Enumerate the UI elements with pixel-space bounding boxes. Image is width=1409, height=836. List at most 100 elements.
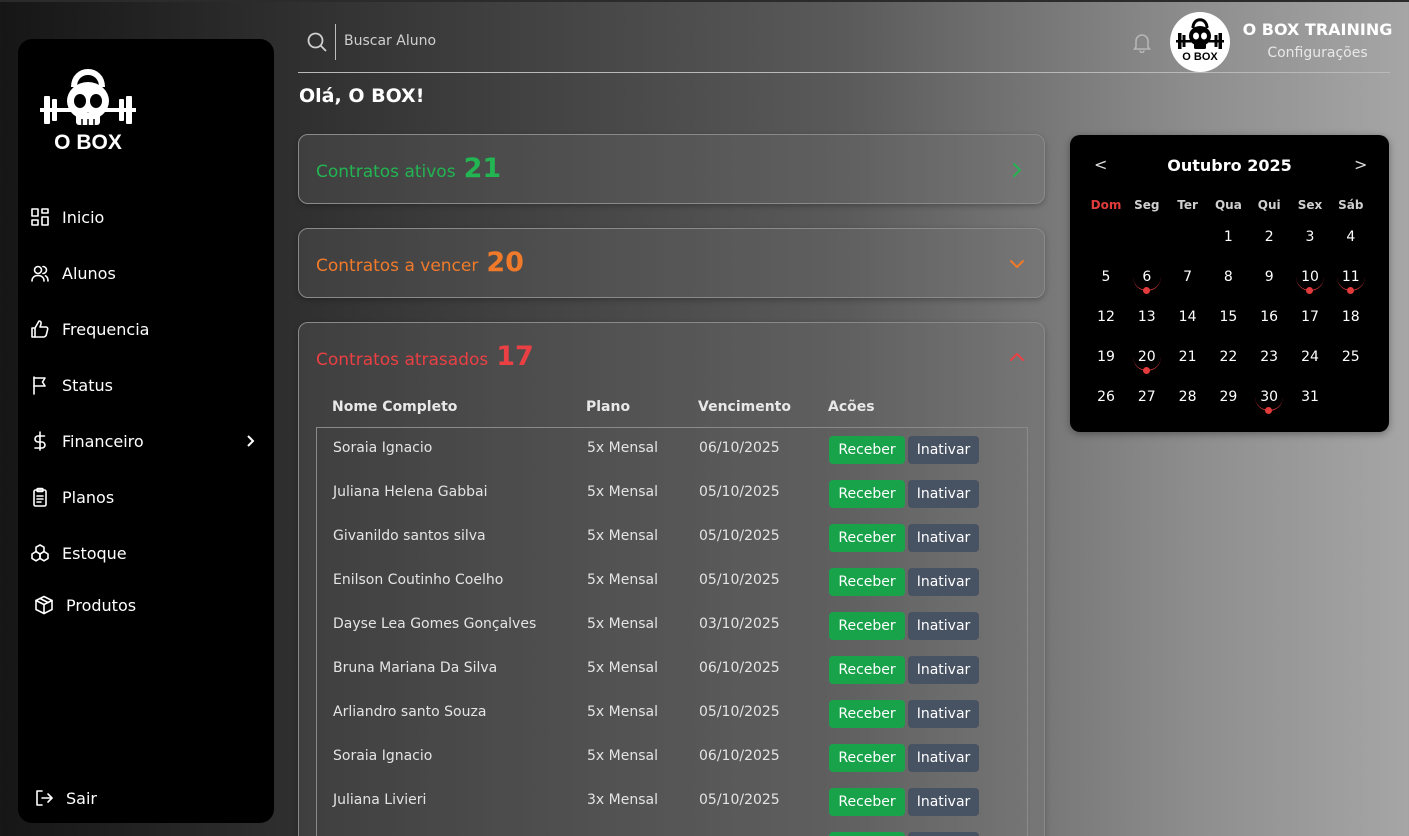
sidebar-item-label: Inicio: [62, 207, 105, 227]
calendar-day[interactable]: 31: [1290, 381, 1330, 417]
calendar-day[interactable]: 5: [1086, 261, 1126, 297]
settings-link[interactable]: Configurações: [1240, 45, 1395, 61]
deactivate-button[interactable]: Inativar: [908, 744, 979, 772]
calendar-day[interactable]: 10: [1290, 261, 1330, 297]
weekday-label: Seg: [1134, 198, 1160, 212]
calendar-day[interactable]: 3: [1290, 221, 1330, 257]
table-row: Juliana Livieri 3x Mensal 05/10/2025 Recebe…: [317, 780, 1027, 824]
calendar-day[interactable]: 11: [1331, 261, 1371, 297]
card-title: Contratos ativos: [316, 162, 456, 182]
receive-button[interactable]: Receber: [829, 656, 905, 684]
chevron-down-icon[interactable]: [1008, 255, 1026, 273]
calendar-day[interactable]: 13: [1127, 301, 1167, 337]
search-divider: [335, 24, 336, 60]
receive-button[interactable]: Receber: [829, 788, 905, 816]
calendar-day[interactable]: 28: [1168, 381, 1208, 417]
receive-button[interactable]: Receber: [829, 744, 905, 772]
avatar[interactable]: O BOX: [1170, 12, 1230, 72]
deactivate-button[interactable]: Inativar: [908, 656, 979, 684]
plan: 5x Mensal: [587, 572, 658, 588]
expiring-contracts-card[interactable]: Contratos a vencer 20: [298, 228, 1045, 298]
due-date: 05/10/2025: [699, 484, 780, 500]
due-date: 06/10/2025: [699, 440, 780, 456]
sidebar-item-estoque[interactable]: Estoque: [30, 535, 266, 571]
calendar-day[interactable]: 4: [1331, 221, 1371, 257]
calendar-next-button[interactable]: >: [1354, 155, 1367, 174]
users-icon: [30, 263, 50, 283]
deactivate-button[interactable]: Inativar: [908, 788, 979, 816]
column-header-name: Nome Completo: [332, 399, 458, 415]
logout-button[interactable]: Sair: [34, 780, 270, 816]
calendar-day[interactable]: 16: [1249, 301, 1289, 337]
sidebar-item-inicio[interactable]: Inicio: [30, 199, 266, 235]
bell-icon[interactable]: [1131, 31, 1153, 54]
receive-button[interactable]: Receber: [829, 700, 905, 728]
calendar-day[interactable]: 2: [1249, 221, 1289, 257]
deactivate-button[interactable]: Inativar: [908, 436, 979, 464]
deactivate-button[interactable]: Inativar: [908, 524, 979, 552]
calendar-day-number: 31: [1301, 389, 1319, 405]
calendar-day-number: 9: [1264, 269, 1274, 285]
calendar-day[interactable]: 14: [1168, 301, 1208, 337]
active-contracts-card[interactable]: Contratos ativos 21: [298, 134, 1045, 204]
sidebar-item-frequencia[interactable]: Frequencia: [30, 311, 266, 347]
calendar-day-number: 13: [1137, 309, 1156, 325]
due-date: 05/10/2025: [699, 572, 780, 588]
search-icon[interactable]: [306, 31, 328, 53]
student-name: Juliana Livieri: [333, 792, 427, 808]
sidebar-item-label: Planos: [62, 487, 115, 507]
calendar-day[interactable]: 18: [1331, 301, 1371, 337]
calendar-day[interactable]: 21: [1168, 341, 1208, 377]
sidebar-item-planos[interactable]: Planos: [30, 479, 266, 515]
search-input[interactable]: [344, 28, 604, 54]
calendar-day[interactable]: 30: [1249, 381, 1289, 417]
sidebar-item-alunos[interactable]: Alunos: [30, 255, 266, 291]
calendar-day[interactable]: 22: [1208, 341, 1248, 377]
calendar-day[interactable]: 9: [1249, 261, 1289, 297]
student-name: Soraia Ignacio: [333, 440, 433, 456]
thumbs-up-icon: [30, 319, 50, 339]
avatar-label: O BOX: [1182, 51, 1218, 63]
calendar-day[interactable]: 19: [1086, 341, 1126, 377]
chevron-right-icon: [242, 433, 258, 449]
receive-button[interactable]: Receber: [829, 612, 905, 640]
calendar-day[interactable]: 23: [1249, 341, 1289, 377]
deactivate-button[interactable]: Inativar: [908, 612, 979, 640]
table-row: Arliandro santo Souza 5x Mensal 05/10/2025…: [317, 692, 1027, 736]
calendar-day[interactable]: 24: [1290, 341, 1330, 377]
calendar-day[interactable]: 29: [1208, 381, 1248, 417]
chevron-right-icon[interactable]: [1008, 161, 1026, 179]
receive-button[interactable]: Receber: [829, 568, 905, 596]
student-name: Soraia Ignacio: [333, 748, 433, 764]
calendar-day[interactable]: 25: [1331, 341, 1371, 377]
calendar-day[interactable]: 1: [1208, 221, 1248, 257]
calendar-day[interactable]: 17: [1290, 301, 1330, 337]
calendar-day[interactable]: 7: [1168, 261, 1208, 297]
receive-button[interactable]: Receber: [829, 436, 905, 464]
window-top-border: [0, 0, 1409, 2]
deactivate-button[interactable]: Inativar: [908, 700, 979, 728]
chevron-up-icon[interactable]: [1008, 348, 1026, 366]
calendar-day[interactable]: 12: [1086, 301, 1126, 337]
due-date: 05/10/2025: [699, 792, 780, 808]
sidebar-item-produtos[interactable]: Produtos: [30, 587, 266, 623]
receive-button[interactable]: Receber: [829, 832, 905, 836]
sidebar-item-label: Financeiro: [62, 431, 144, 451]
calendar-day[interactable]: 20: [1127, 341, 1167, 377]
dashboard-icon: [30, 207, 50, 227]
sidebar-item-financeiro[interactable]: Financeiro: [30, 423, 266, 459]
due-date: 06/10/2025: [699, 660, 780, 676]
logout-label: Sair: [66, 788, 97, 808]
calendar-day[interactable]: 27: [1127, 381, 1167, 417]
receive-button[interactable]: Receber: [829, 524, 905, 552]
deactivate-button[interactable]: Inativar: [908, 480, 979, 508]
receive-button[interactable]: Receber: [829, 480, 905, 508]
calendar-day[interactable]: 26: [1086, 381, 1126, 417]
calendar-day-number: 21: [1178, 349, 1197, 365]
calendar-day[interactable]: 15: [1208, 301, 1248, 337]
sidebar-item-status[interactable]: Status: [30, 367, 266, 403]
calendar-day[interactable]: 8: [1208, 261, 1248, 297]
calendar-day[interactable]: 6: [1127, 261, 1167, 297]
deactivate-button[interactable]: Inativar: [908, 568, 979, 596]
deactivate-button[interactable]: Inativar: [908, 832, 979, 836]
